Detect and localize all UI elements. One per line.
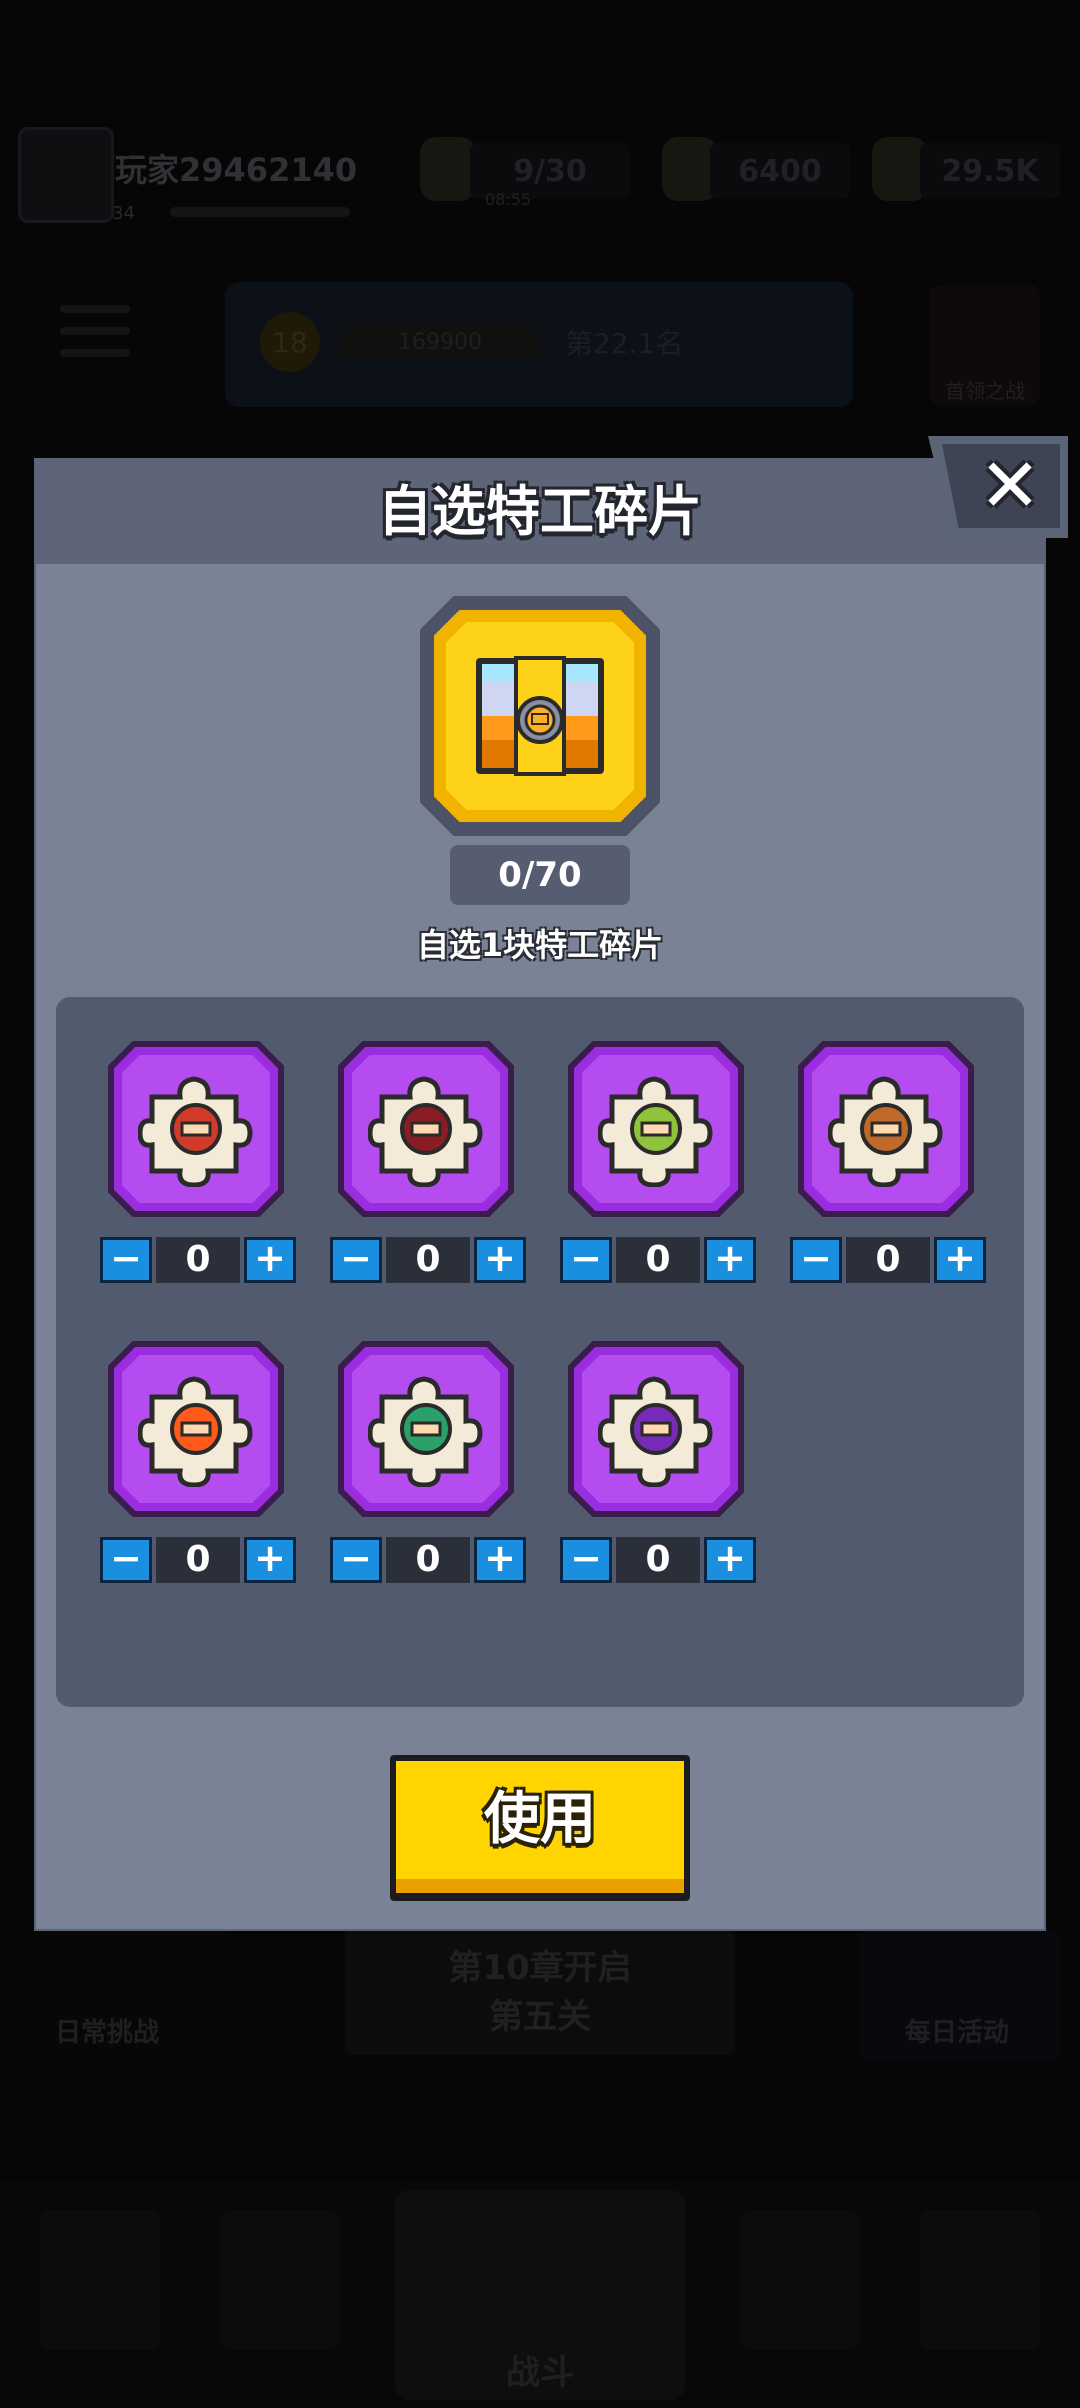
dialog-subtitle: 自选1块特工碎片 [416,926,664,964]
decrease-button[interactable]: − [560,1237,612,1283]
quantity-value: 0 [386,1537,470,1583]
increase-button[interactable]: + [934,1237,986,1283]
quantity-value: 0 [616,1237,700,1283]
puzzle-piece-icon [138,1076,253,1187]
fragment-progress: 0/70 [450,845,630,905]
increase-button[interactable]: + [244,1237,296,1283]
dialog-header: 自选特工碎片 [36,460,1044,564]
decrease-button[interactable]: − [560,1537,612,1583]
puzzle-piece-icon [598,1376,713,1487]
decrease-button[interactable]: − [330,1537,382,1583]
quantity-value: 0 [616,1537,700,1583]
increase-button[interactable]: + [704,1537,756,1583]
increase-button[interactable]: + [474,1537,526,1583]
quantity-stepper: − 0 + [100,1237,296,1285]
puzzle-piece-icon [368,1376,483,1487]
increase-button[interactable]: + [474,1237,526,1283]
quantity-value: 0 [846,1237,930,1283]
decrease-button[interactable]: − [100,1537,152,1583]
puzzle-piece-icon [138,1376,253,1487]
quantity-value: 0 [156,1237,240,1283]
close-icon[interactable]: ✕ [960,438,1060,534]
decrease-button[interactable]: − [330,1237,382,1283]
increase-button[interactable]: + [244,1537,296,1583]
decrease-button[interactable]: − [100,1237,152,1283]
quantity-value: 0 [386,1237,470,1283]
puzzle-piece-icon [828,1076,943,1187]
quantity-stepper: − 0 + [330,1537,526,1585]
quantity-stepper: − 0 + [330,1237,526,1285]
puzzle-piece-icon [598,1076,713,1187]
chest-icon [476,656,604,776]
quantity-value: 0 [156,1537,240,1583]
quantity-stepper: − 0 + [100,1537,296,1585]
dialog-title: 自选特工碎片 [378,480,702,543]
quantity-stepper: − 0 + [560,1537,756,1585]
quantity-stepper: − 0 + [560,1237,756,1285]
increase-button[interactable]: + [704,1237,756,1283]
quantity-stepper: − 0 + [790,1237,986,1285]
puzzle-piece-icon [368,1076,483,1187]
decrease-button[interactable]: − [790,1237,842,1283]
use-button-label[interactable]: 使用 [396,1761,684,1879]
